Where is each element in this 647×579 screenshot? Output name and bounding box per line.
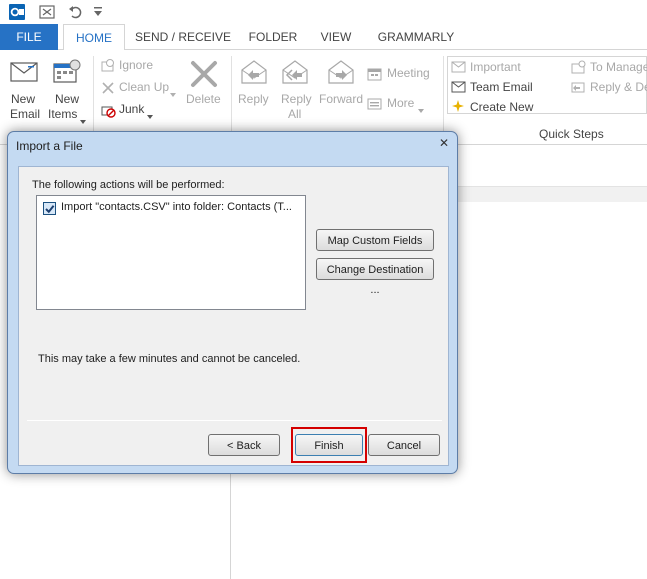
junk-dropdown-icon [147,108,153,122]
reply-all-icon [280,58,310,89]
dialog-title: Import a File [16,139,83,153]
outlook-app-icon[interactable] [8,3,26,24]
ignore-icon [100,58,116,77]
delete-icon [189,60,219,91]
create-new-icon [451,99,467,118]
back-button[interactable]: < Back [208,434,280,456]
junk-button[interactable]: Junk [100,101,160,119]
reply-all-label-2: All [288,107,302,121]
quick-step-important[interactable]: Important [451,59,551,77]
cancel-warning-text: This may take a few minutes and cannot b… [38,353,301,365]
import-action-item[interactable]: Import "contacts.CSV" into folder: Conta… [61,201,292,213]
actions-list[interactable]: Import "contacts.CSV" into folder: Conta… [36,195,306,310]
new-email-label-1: New [11,92,36,106]
new-email-icon [10,60,38,87]
new-items-icon [52,58,82,89]
quick-access-toolbar [0,0,647,24]
reply-delete-label: Reply & De [590,80,647,94]
reply-all-label-1: Reply [281,92,312,106]
reply-all-button[interactable]: Reply All [277,58,315,122]
new-email-label-2: Email [10,107,41,121]
close-icon[interactable]: ✕ [439,136,449,150]
clean-up-dropdown-icon [170,86,176,100]
import-file-dialog: Import a File ✕ The following actions wi… [7,131,458,474]
tab-home[interactable]: HOME [63,24,125,51]
new-email-button[interactable]: New Email [4,58,44,122]
change-destination-button[interactable]: Change Destination ... [316,258,434,296]
tab-view[interactable]: VIEW [312,24,360,50]
more-icon [367,96,383,115]
new-items-dropdown-icon [80,113,86,127]
dialog-body: The following actions will be performed:… [18,166,449,466]
ignore-label: Ignore [119,58,154,72]
reply-button[interactable]: Reply [235,58,273,118]
quick-step-team-email[interactable]: Team Email [451,79,551,97]
finish-highlight-box [291,427,367,463]
forward-label: Forward [319,92,364,106]
quick-step-create-new[interactable]: Create New [451,99,551,117]
group-separator [93,56,94,136]
customize-qat-icon[interactable] [94,6,102,20]
map-custom-fields-button[interactable]: Map Custom Fields ... [316,229,434,267]
cancel-button[interactable]: Cancel [368,434,440,456]
more-dropdown-icon [418,102,424,116]
delete-label: Delete [186,92,221,106]
forward-button[interactable]: Forward [318,58,364,118]
more-label: More [387,96,415,110]
new-items-button[interactable]: New Items [48,58,88,124]
ribbon-tabs: FILE HOME SEND / RECEIVE FOLDER VIEW GRA… [0,24,647,51]
meeting-icon [367,66,383,85]
clean-up-label: Clean Up [119,80,170,94]
quick-steps-group-label: Quick Steps [539,127,604,141]
more-button[interactable]: More [367,95,437,113]
forward-icon [326,58,356,89]
undo-icon[interactable] [67,3,85,24]
junk-icon [100,102,116,121]
new-items-label-2: Items [48,107,78,121]
to-manager-icon [571,60,587,77]
reply-label: Reply [238,92,269,106]
important-icon [451,60,467,77]
group-separator [443,56,444,136]
delete-button[interactable]: Delete [183,58,225,118]
important-label: Important [470,60,521,74]
team-email-icon [451,80,467,97]
tab-grammarly[interactable]: GRAMMARLY [368,24,464,50]
reply-delete-icon [571,80,587,97]
tab-send-receive[interactable]: SEND / RECEIVE [133,24,233,50]
new-items-label-1: New [55,92,80,106]
import-action-checkbox[interactable] [43,202,56,215]
quick-step-reply-delete[interactable]: Reply & De [571,79,647,97]
junk-label: Junk [119,102,145,116]
clean-up-icon [100,80,116,99]
team-email-label: Team Email [470,80,533,94]
tab-file[interactable]: FILE [0,24,58,50]
actions-label: The following actions will be performed: [32,179,225,191]
to-manager-label: To Manage [590,60,647,74]
group-separator [231,56,232,136]
dialog-separator [27,420,442,421]
tab-folder[interactable]: FOLDER [243,24,303,50]
checkmark-icon [44,203,55,214]
ignore-button[interactable]: Ignore [100,57,170,75]
reply-icon [239,58,269,89]
clean-up-button[interactable]: Clean Up [100,79,180,97]
quick-step-to-manager[interactable]: To Manage [571,59,647,77]
send-receive-icon[interactable] [38,3,56,24]
meeting-label: Meeting [387,66,430,80]
meeting-button[interactable]: Meeting [367,65,445,83]
create-new-label: Create New [470,100,534,114]
